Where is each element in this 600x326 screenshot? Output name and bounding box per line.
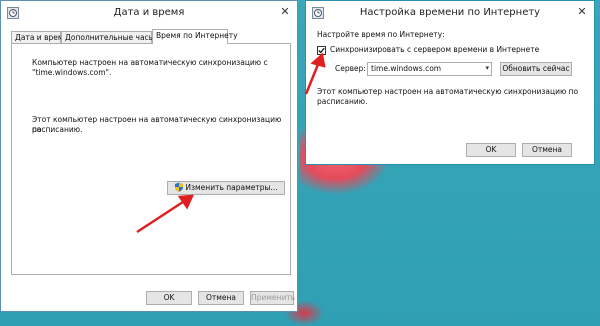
arrow-to-sync-checkbox	[304, 52, 326, 95]
arrow-to-change-settings	[136, 194, 195, 234]
annotation-arrows	[136, 52, 326, 234]
tab-internet-time[interactable]: Время по Интернету	[152, 29, 238, 44]
